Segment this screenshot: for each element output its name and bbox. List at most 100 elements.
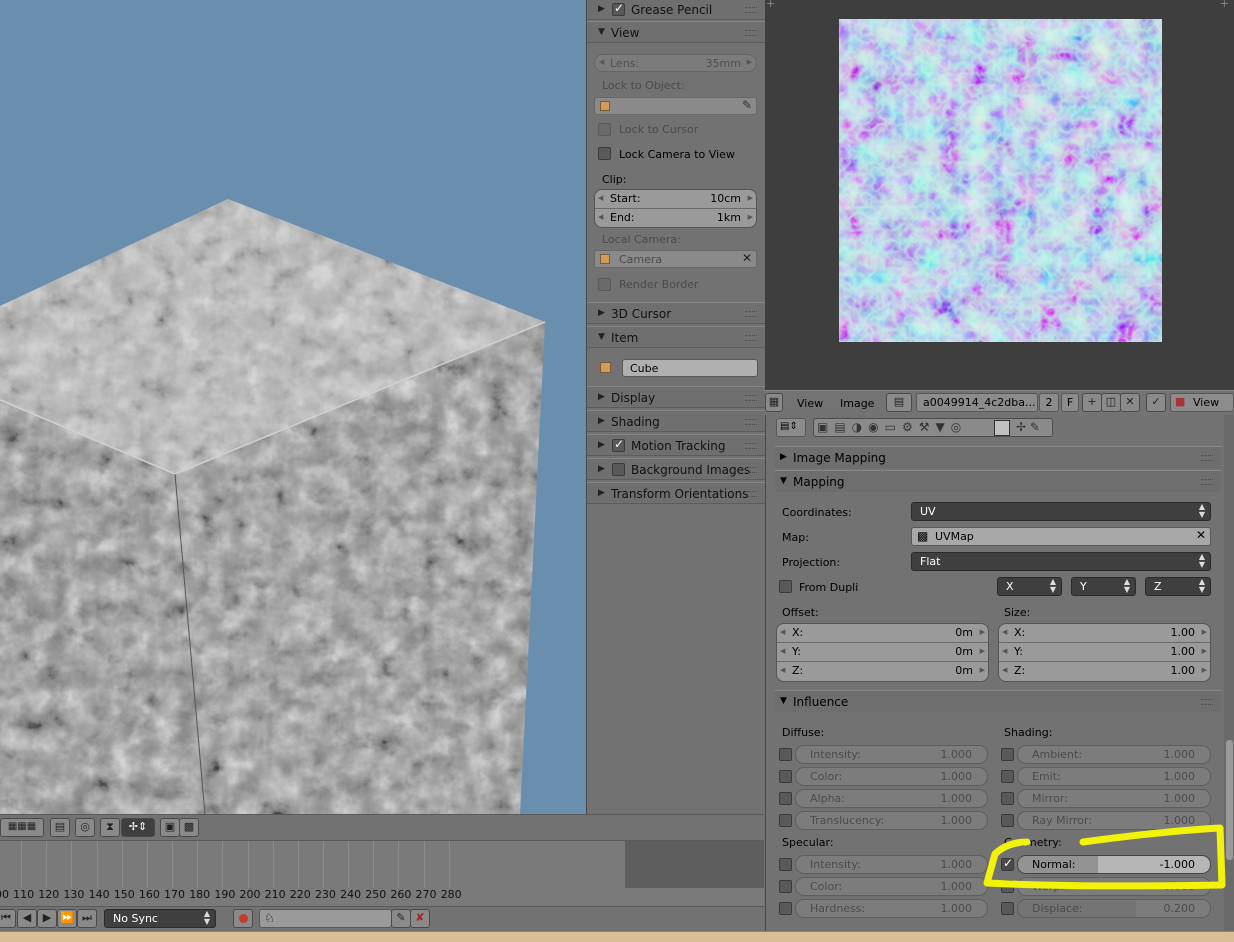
intensity-checkbox[interactable] (779, 748, 792, 761)
projection-dropdown[interactable]: Flat ▲ ▼ (911, 552, 1211, 571)
specular-intensity-checkbox[interactable] (779, 858, 792, 871)
offset-x-field[interactable]: ◀ X: 0m ▶ (777, 624, 988, 643)
alpha-slider[interactable]: Alpha: 1.000 (795, 789, 988, 808)
panel-background-images[interactable]: ▶ Background Images (587, 458, 765, 480)
drag-grip-icon[interactable] (745, 30, 757, 36)
panel-transform-orientations[interactable]: ▶ Transform Orientations (587, 482, 765, 504)
texture-tab-icon[interactable] (994, 420, 1010, 436)
color-checkbox[interactable] (779, 770, 792, 783)
grease-pencil-checkbox[interactable] (612, 1, 625, 16)
translucency-checkbox[interactable] (779, 814, 792, 827)
image-name-field[interactable]: a0049914_4c2dba... (916, 393, 1038, 412)
panel-view[interactable]: ▼ View (587, 21, 765, 43)
axis-z-dropdown[interactable]: Z ▲ ▼ (1145, 577, 1211, 596)
image-browse-icon[interactable]: ▤ (886, 393, 912, 412)
size-z-field[interactable]: ◀ Z: 1.00 ▶ (999, 662, 1210, 681)
prev-keyframe-icon[interactable]: ◀ (17, 909, 37, 928)
diffuse-color-slider[interactable]: Color: 1.000 (795, 767, 988, 786)
open-image-icon[interactable]: ◫ (1101, 393, 1121, 412)
snap-element-dropdown[interactable]: ✢⇕ (121, 818, 155, 837)
context-tab-icons[interactable]: ▣▤◑◉▭⚙⚒▼◎ (817, 420, 967, 434)
render-border-checkbox[interactable] (598, 278, 611, 291)
alpha-checkbox[interactable] (779, 792, 792, 805)
hardness-checkbox[interactable] (779, 902, 792, 915)
uv-map-field[interactable]: ▩ UVMap ✕ (911, 527, 1211, 546)
3d-viewport[interactable] (0, 0, 586, 814)
displace-slider[interactable]: Displace: 0.200 (1017, 899, 1211, 918)
keying-set-field[interactable]: ♘ (259, 909, 392, 928)
delete-keyframe-icon[interactable]: ✘ (410, 909, 430, 928)
record-icon[interactable] (233, 909, 253, 928)
motion-tracking-checkbox[interactable] (612, 437, 625, 452)
close-icon[interactable]: ✕ (1196, 528, 1206, 542)
ambient-slider[interactable]: Ambient: 1.000 (1017, 745, 1211, 764)
insert-keyframe-icon[interactable]: ✎ (391, 909, 411, 928)
render-icon[interactable]: ▣ (160, 818, 180, 837)
lock-camera-checkbox[interactable] (598, 147, 611, 160)
context-dropdown[interactable]: ▤⇕ (776, 418, 806, 437)
panel-mapping[interactable]: ▼ Mapping (775, 470, 1221, 492)
fake-user-button[interactable]: F (1061, 393, 1079, 412)
translucency-slider[interactable]: Translucency: 1.000 (795, 811, 988, 830)
drag-grip-icon[interactable] (745, 7, 757, 13)
specular-color-slider[interactable]: Color: 1.000 (795, 877, 988, 896)
proportional-edit-icon[interactable]: ◎ (75, 818, 95, 837)
offset-y-field[interactable]: ◀ Y: 0m ▶ (777, 643, 988, 662)
panel-shading[interactable]: ▶ Shading (587, 410, 765, 432)
lens-field[interactable]: ◀ Lens: 35mm ▶ (594, 54, 757, 72)
lock-to-cursor-checkbox[interactable] (598, 123, 611, 136)
panel-3d-cursor[interactable]: ▶ 3D Cursor (587, 302, 765, 324)
size-x-field[interactable]: ◀ X: 1.00 ▶ (999, 624, 1210, 643)
layers-icon[interactable]: ▦▦▦ (0, 818, 44, 837)
axis-x-dropdown[interactable]: X ▲ ▼ (997, 577, 1062, 596)
panel-grease-pencil[interactable]: ▶ Grease Pencil (587, 0, 765, 20)
panel-image-mapping[interactable]: ▶ Image Mapping (775, 446, 1221, 468)
image-menu[interactable]: Image (840, 397, 874, 410)
snap-icon[interactable]: ⧗ (100, 818, 120, 837)
unlink-icon[interactable]: ✕ (1120, 393, 1140, 412)
view-layers-icon[interactable]: ▤ (50, 818, 70, 837)
from-dupli-checkbox[interactable] (779, 580, 792, 593)
editor-type-icon[interactable]: ▦ (765, 393, 783, 412)
pin-icon[interactable]: ✓ (1146, 393, 1166, 412)
new-image-icon[interactable]: + (1082, 393, 1102, 412)
clip-start-field[interactable]: ◀ Start: 10cm ▶ (595, 190, 756, 209)
clip-end-field[interactable]: ◀ End: 1km ▶ (595, 209, 756, 227)
size-y-field[interactable]: ◀ Y: 1.00 ▶ (999, 643, 1210, 662)
jump-end-icon[interactable]: ⏭ (77, 909, 97, 928)
drag-grip-icon[interactable] (745, 311, 757, 317)
hardness-slider[interactable]: Hardness: 1.000 (795, 899, 988, 918)
panel-influence[interactable]: ▼ Influence (775, 690, 1221, 712)
mirror-checkbox[interactable] (1001, 792, 1014, 805)
jump-start-icon[interactable]: ⏮ (0, 909, 16, 928)
eyedropper-icon[interactable]: ✎ (742, 98, 752, 112)
clapboard-icon[interactable]: ▩ (179, 818, 199, 837)
specular-color-checkbox[interactable] (779, 880, 792, 893)
offset-z-field[interactable]: ◀ Z: 0m ▶ (777, 662, 988, 681)
displace-checkbox[interactable] (1001, 902, 1014, 915)
sync-dropdown[interactable]: No Sync ▲ ▼ (104, 909, 216, 928)
next-keyframe-icon[interactable]: ⏩ (57, 909, 77, 928)
view-mode-dropdown[interactable]: ■ View (1170, 393, 1234, 412)
emit-slider[interactable]: Emit: 1.000 (1017, 767, 1211, 786)
panel-motion-tracking[interactable]: ▶ Motion Tracking (587, 434, 765, 456)
close-icon[interactable]: ✕ (742, 251, 752, 265)
particles-tab-icon[interactable]: ✢ ✎ (1016, 420, 1040, 434)
lock-object-field[interactable]: ✎ (594, 97, 757, 115)
local-camera-field[interactable]: Camera ✕ (594, 250, 757, 268)
area-corner-icon[interactable]: + (766, 0, 775, 10)
ambient-checkbox[interactable] (1001, 748, 1014, 761)
diffuse-intensity-slider[interactable]: Intensity: 1.000 (795, 745, 988, 764)
coordinates-dropdown[interactable]: UV ▲ ▼ (911, 502, 1211, 521)
background-images-checkbox[interactable] (612, 463, 625, 476)
play-icon[interactable]: ▶ (37, 909, 57, 928)
panel-display[interactable]: ▶ Display (587, 386, 765, 408)
area-corner-icon[interactable]: + (1220, 0, 1229, 10)
mirror-slider[interactable]: Mirror: 1.000 (1017, 789, 1211, 808)
drag-grip-icon[interactable] (745, 335, 757, 341)
specular-intensity-slider[interactable]: Intensity: 1.000 (795, 855, 988, 874)
axis-y-dropdown[interactable]: Y ▲ ▼ (1071, 577, 1136, 596)
timeline[interactable]: 1001101201301401501601701801902002102202… (0, 840, 764, 908)
emit-checkbox[interactable] (1001, 770, 1014, 783)
object-name-field[interactable]: Cube (622, 359, 758, 377)
